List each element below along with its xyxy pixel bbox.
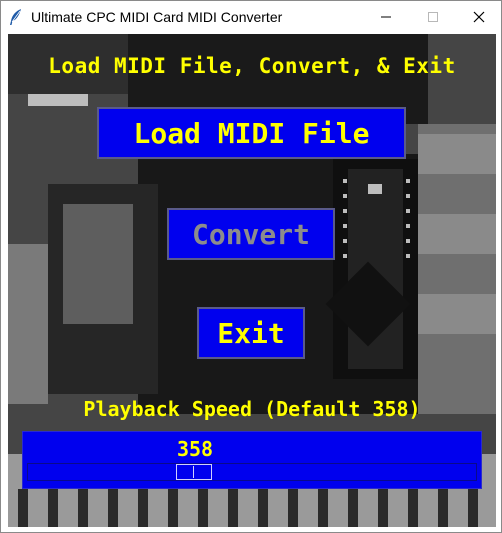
slider-trough[interactable] — [27, 463, 477, 481]
playback-speed-scale: 358 — [22, 431, 482, 489]
playback-speed-label: Playback Speed (Default 358) — [83, 397, 421, 421]
exit-button[interactable]: Exit — [197, 307, 305, 359]
app-window: Ultimate CPC MIDI Card MIDI Converter Lo… — [0, 0, 502, 533]
playback-speed-value: 358 — [176, 437, 214, 461]
load-midi-file-button[interactable]: Load MIDI File — [97, 107, 406, 159]
maximize-button — [410, 1, 456, 34]
convert-button[interactable]: Convert — [167, 208, 335, 260]
close-button[interactable] — [456, 1, 502, 34]
minimize-icon — [380, 8, 392, 27]
title-bar[interactable]: Ultimate CPC MIDI Card MIDI Converter — [1, 1, 501, 34]
background-photo: Load MIDI File, Convert, & Exit Load MID… — [8, 34, 496, 527]
window-title: Ultimate CPC MIDI Card MIDI Converter — [31, 9, 283, 25]
minimize-button[interactable] — [363, 1, 409, 34]
heading-text: Load MIDI File, Convert, & Exit — [48, 54, 456, 78]
slider-handle[interactable] — [176, 464, 212, 480]
feather-icon — [7, 8, 25, 26]
close-icon — [473, 8, 485, 27]
maximize-icon — [427, 8, 439, 27]
